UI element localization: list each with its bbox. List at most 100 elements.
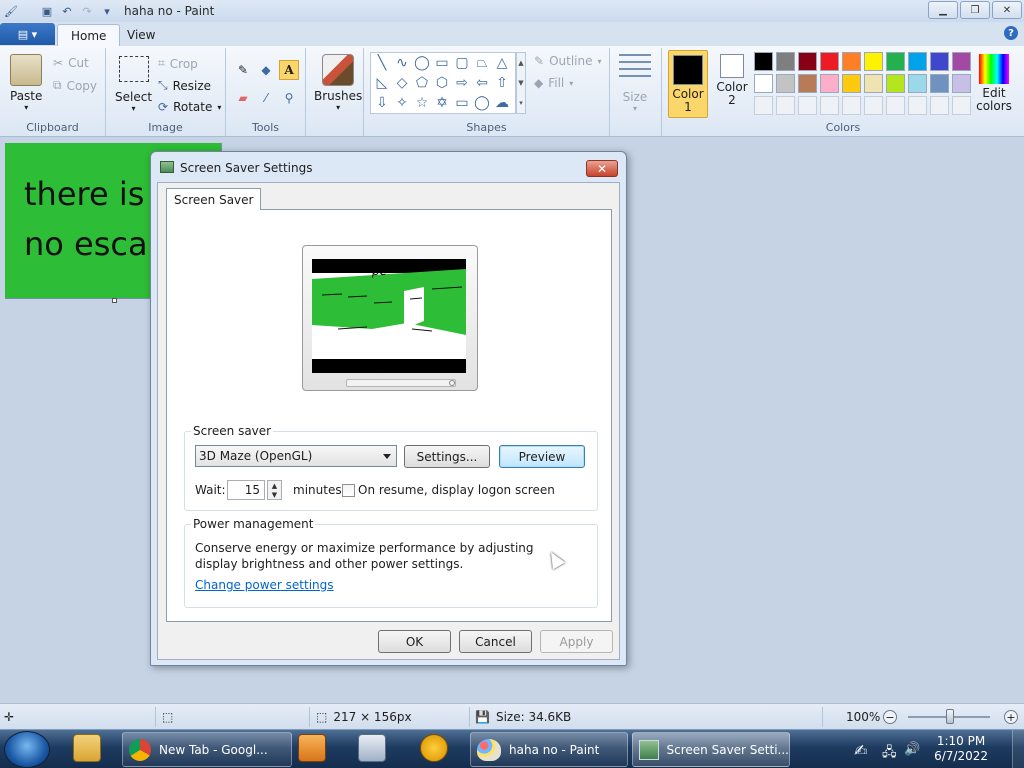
network-icon[interactable]: 🖧 [882,743,897,765]
eraser-icon[interactable]: ▰ [233,88,253,108]
color-swatch[interactable] [798,52,817,71]
preview-button[interactable]: Preview [499,445,585,468]
zoom-in-button[interactable]: + [1004,710,1018,724]
pentagon-shape-icon[interactable]: ⬠ [413,74,431,92]
paste-button[interactable]: Paste ▾ [10,54,42,112]
edit-colors-button[interactable]: Edit colors [974,54,1014,113]
diamond-shape-icon[interactable]: ◇ [393,74,411,92]
help-icon[interactable]: ? [1004,26,1018,40]
callout-rect-shape-icon[interactable]: ▭ [453,94,471,112]
cancel-button[interactable]: Cancel [459,630,532,653]
on-screen-keyboard-icon[interactable] [358,734,386,762]
color-picker-icon[interactable]: ⁄ [256,88,276,108]
color2-button[interactable]: Color 2 [712,54,752,107]
settings-button[interactable]: Settings... [404,445,490,468]
rectangle-shape-icon[interactable]: ▭ [433,54,451,72]
color-swatch[interactable] [952,52,971,71]
paint-menu-button[interactable]: ▤ ▾ [0,23,55,45]
wait-spinner[interactable]: ▲ ▼ [267,480,282,500]
change-power-settings-link[interactable]: Change power settings [195,578,334,592]
down-arrow-shape-icon[interactable]: ⇩ [373,94,391,112]
four-point-star-shape-icon[interactable]: ✧ [393,94,411,112]
right-triangle-shape-icon[interactable]: ◺ [373,74,391,92]
customize-qat-icon[interactable]: ▾ [99,3,115,19]
color-swatch[interactable] [886,52,905,71]
dialog-titlebar[interactable]: Screen Saver Settings ✕ [151,152,626,182]
color-swatch[interactable] [820,74,839,93]
start-button[interactable] [4,731,50,768]
resize-button[interactable]: ⤡ Resize [158,78,211,93]
custom-color-slot[interactable] [820,96,839,115]
custom-color-slot[interactable] [886,96,905,115]
close-button[interactable]: ✕ [992,1,1022,19]
resume-logon-checkbox[interactable] [342,484,355,497]
rotate-button[interactable]: ⟳ Rotate ▾ [158,100,221,114]
color-swatch[interactable] [776,74,795,93]
redo-icon[interactable]: ↷ [79,3,95,19]
custom-color-slot[interactable] [930,96,949,115]
custom-color-slot[interactable] [798,96,817,115]
pen-input-icon[interactable]: ✍ [854,741,867,760]
color-swatch[interactable] [842,52,861,71]
show-desktop-button[interactable] [1012,730,1024,768]
oval-shape-icon[interactable]: ◯ [413,54,431,72]
color-swatch[interactable] [930,74,949,93]
apply-button[interactable]: Apply [540,630,613,653]
taskbar-item-chrome[interactable]: New Tab - Googl... [122,732,292,767]
brushes-button[interactable]: Brushes ▾ [314,54,362,112]
color-swatch[interactable] [930,52,949,71]
copy-button[interactable]: ⧉ Copy [53,78,97,93]
taskbar-item-paint[interactable]: haha no - Paint [470,732,628,767]
custom-color-slot[interactable] [776,96,795,115]
right-arrow-shape-icon[interactable]: ⇨ [453,74,471,92]
color-swatch[interactable] [776,52,795,71]
custom-color-slot[interactable] [842,96,861,115]
color-swatch[interactable] [952,74,971,93]
five-point-star-shape-icon[interactable]: ☆ [413,94,431,112]
pencil-icon[interactable]: ✎ [233,60,253,80]
size-button[interactable]: Size ▾ [619,54,651,113]
system-clock[interactable]: 1:10 PM 6/7/2022 [934,734,988,764]
zoom-out-button[interactable]: − [883,710,897,724]
file-explorer-icon[interactable] [73,734,101,762]
color-swatch[interactable] [842,74,861,93]
color-swatch[interactable] [908,52,927,71]
triangle-shape-icon[interactable]: △ [493,54,511,72]
ok-button[interactable]: OK [378,630,451,653]
minimize-button[interactable]: ▁ [928,1,958,19]
paint-app-icon[interactable]: 🖌 [3,3,19,19]
select-button[interactable]: Select ▾ [115,56,152,113]
color-swatch[interactable] [754,74,773,93]
spin-up-icon[interactable]: ▲ [272,482,277,490]
text-tool-icon[interactable]: A [279,60,299,80]
callout-oval-shape-icon[interactable]: ◯ [473,94,491,112]
hexagon-shape-icon[interactable]: ⬡ [433,74,451,92]
taskbar-item-screensaver[interactable]: Screen Saver Setti... [632,732,790,767]
color1-button[interactable]: Color 1 [668,50,708,118]
color-swatch[interactable] [908,74,927,93]
crop-button[interactable]: ⌗ Crop [158,56,198,71]
left-arrow-shape-icon[interactable]: ⇦ [473,74,491,92]
custom-color-slot[interactable] [908,96,927,115]
color-swatch[interactable] [798,74,817,93]
color-swatch[interactable] [754,52,773,71]
custom-color-slot[interactable] [952,96,971,115]
resume-logon-label[interactable]: On resume, display logon screen [358,483,555,497]
zoom-slider-thumb[interactable] [946,709,954,724]
fill-bucket-icon[interactable]: ◆ [256,60,276,80]
lock-app-icon[interactable] [420,734,448,762]
dialog-close-button[interactable]: ✕ [586,160,618,177]
color-swatch[interactable] [864,74,883,93]
save-icon[interactable]: ▣ [39,3,55,19]
tab-screen-saver[interactable]: Screen Saver [166,188,262,210]
custom-color-slot[interactable] [754,96,773,115]
undo-icon[interactable]: ↶ [59,3,75,19]
volume-icon[interactable]: 🔊 [904,742,920,757]
color-swatch[interactable] [864,52,883,71]
custom-color-slot[interactable] [864,96,883,115]
screensaver-select[interactable]: 3D Maze (OpenGL) [195,445,397,467]
spin-down-icon[interactable]: ▼ [272,491,277,499]
shapes-scroll[interactable]: ▲ ▼ ▾ [516,52,526,114]
resize-handle-bottom[interactable] [112,298,117,303]
color-swatch[interactable] [820,52,839,71]
